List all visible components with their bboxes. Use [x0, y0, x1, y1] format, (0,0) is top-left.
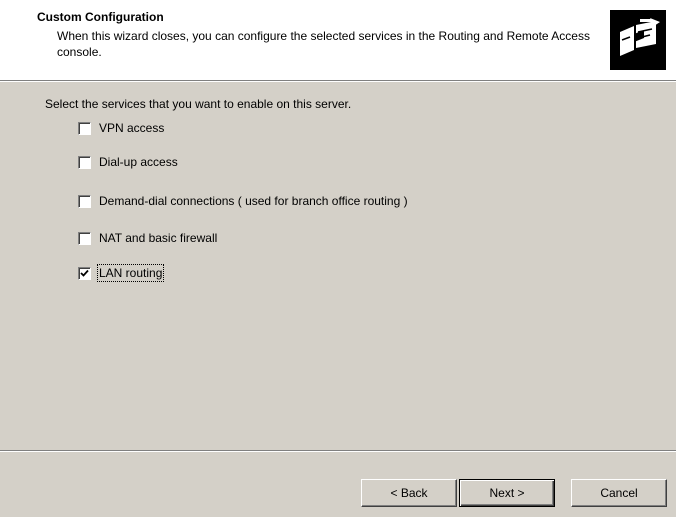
page-description: When this wizard closes, you can configu…: [57, 29, 590, 59]
option-label: Dial-up access: [99, 155, 178, 169]
checkbox-lan-routing[interactable]: [78, 266, 91, 280]
option-label: VPN access: [99, 121, 165, 135]
back-button[interactable]: < Back: [361, 479, 457, 507]
page-title: Custom Configuration: [37, 10, 164, 24]
checkbox-demand-dial-connections[interactable]: [78, 194, 91, 208]
option-lan-routing[interactable]: LAN routing: [78, 264, 165, 282]
option-nat-basic-firewall[interactable]: NAT and basic firewall: [78, 230, 217, 246]
checkbox-vpn-access[interactable]: [78, 121, 91, 135]
next-button[interactable]: Next >: [459, 479, 555, 507]
option-dial-up-access[interactable]: Dial-up access: [78, 154, 178, 170]
wizard-dialog: Custom Configuration When this wizard cl…: [0, 0, 676, 517]
option-label: LAN routing: [96, 264, 165, 282]
checkmark-icon: [80, 269, 89, 277]
option-vpn-access[interactable]: VPN access: [78, 120, 164, 136]
instruction-text: Select the services that you want to ena…: [45, 97, 352, 111]
option-demand-dial-connections[interactable]: Demand-dial connections ( used for branc…: [78, 193, 408, 209]
wizard-header: Custom Configuration When this wizard cl…: [0, 0, 676, 80]
checkbox-dial-up-access[interactable]: [78, 155, 91, 169]
header-divider: [0, 80, 676, 82]
network-wizard-icon: [610, 10, 666, 70]
option-label: Demand-dial connections ( used for branc…: [99, 194, 408, 208]
footer-divider: [0, 450, 676, 452]
checkbox-nat-basic-firewall[interactable]: [78, 231, 91, 245]
cancel-button[interactable]: Cancel: [571, 479, 667, 507]
option-label: NAT and basic firewall: [99, 231, 218, 245]
